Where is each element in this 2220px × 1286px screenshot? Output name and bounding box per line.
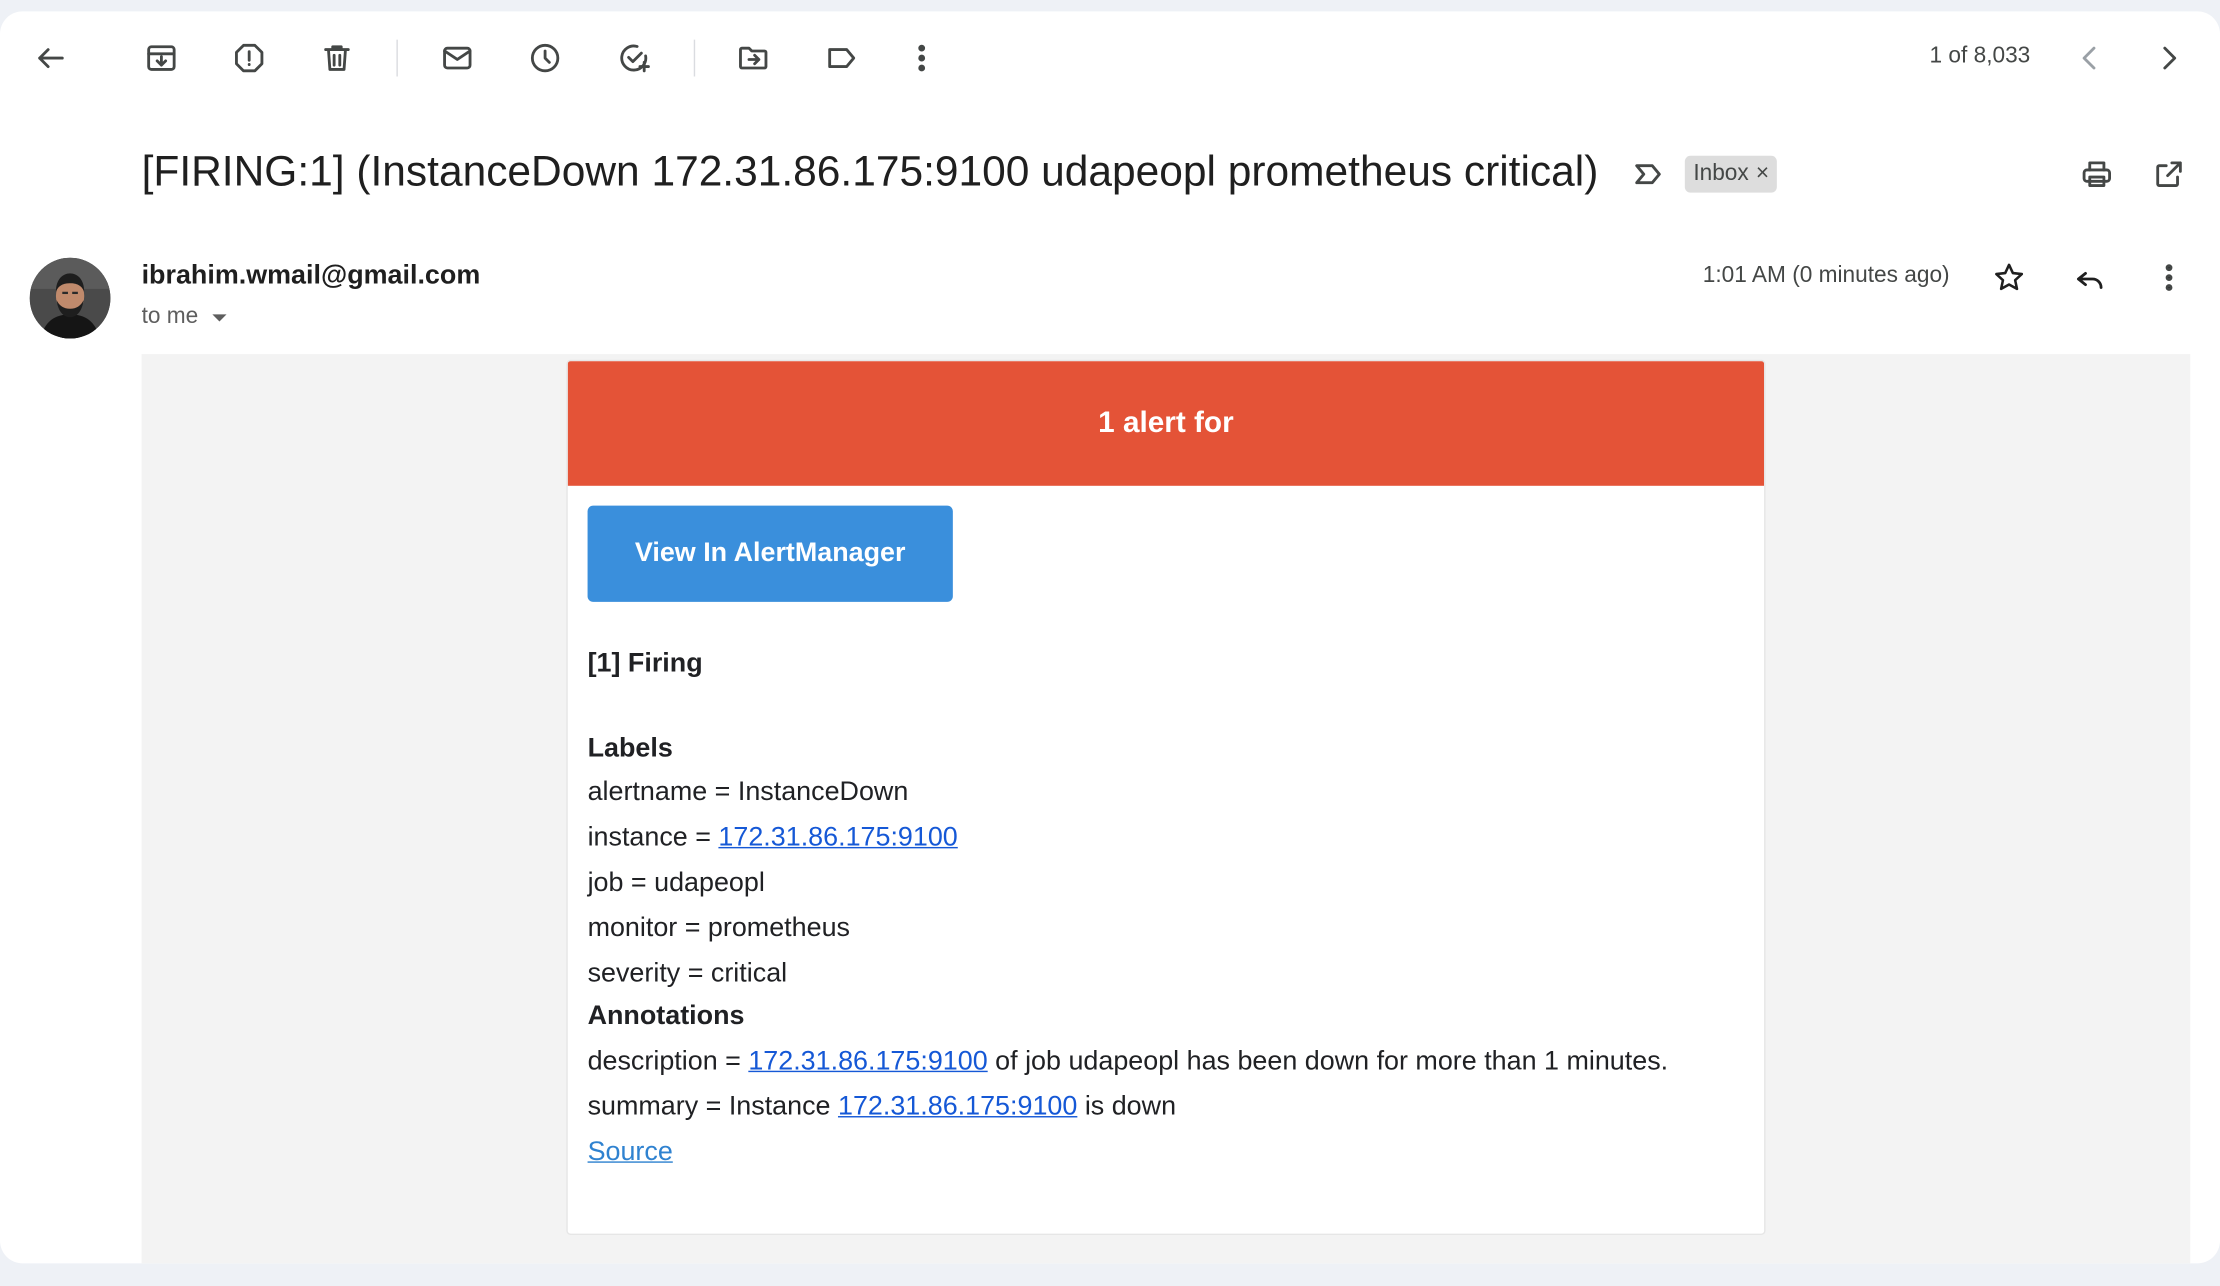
label-button[interactable] [813, 30, 870, 87]
sender-name[interactable]: ibrahim.wmail@gmail.com [142, 261, 481, 292]
toolbar-divider [396, 39, 398, 77]
sender-avatar[interactable] [29, 257, 111, 339]
source-line: Source [588, 1136, 673, 1170]
summary-prefix: summary = Instance [587, 1091, 838, 1122]
summary-suffix: is down [1077, 1091, 1177, 1122]
archive-button[interactable] [133, 30, 190, 87]
label-icon [828, 48, 856, 68]
description-instance-link[interactable]: 172.31.86.175:9100 [748, 1047, 987, 1077]
mark-unread-icon [443, 46, 472, 70]
label-monitor: monitor = prometheus [587, 913, 850, 944]
print-icon [2082, 161, 2111, 187]
chevron-right-icon [2163, 46, 2177, 70]
report-spam-button[interactable] [221, 30, 278, 87]
annotations-heading: Annotations [587, 1001, 745, 1032]
report-spam-icon [235, 43, 264, 73]
open-in-new-icon [2156, 161, 2182, 187]
add-to-tasks-icon [620, 44, 650, 73]
reply-icon [2077, 271, 2103, 289]
add-to-tasks-button[interactable] [606, 30, 663, 87]
pager-count: 1 of 8,033 [1929, 43, 2031, 68]
email-subject: [FIRING:1] (InstanceDown 172.31.86.175:9… [141, 148, 1599, 196]
delete-button[interactable] [309, 30, 366, 87]
open-new-window-button[interactable] [2141, 146, 2198, 203]
caret-down-icon [212, 313, 227, 321]
star-icon [1995, 263, 2024, 291]
annotation-description: description = 172.31.86.175:9100 of job … [588, 1045, 1669, 1079]
more-vert-icon [918, 44, 926, 72]
older-button[interactable] [2141, 30, 2198, 87]
summary-instance-link[interactable]: 172.31.86.175:9100 [838, 1092, 1077, 1122]
more-options-button[interactable] [893, 30, 950, 87]
annotation-summary: summary = Instance 172.31.86.175:9100 is… [588, 1091, 1176, 1125]
back-button[interactable] [23, 30, 80, 87]
alert-card: 1 alert for View In AlertManager [1] Fir… [566, 359, 1766, 1236]
mark-unread-button[interactable] [429, 30, 486, 87]
description-suffix: of job udapeopl has been down for more t… [987, 1046, 1669, 1077]
importance-marker-icon [1635, 164, 1661, 185]
important-marker-button[interactable] [1620, 146, 1677, 203]
snooze-icon [530, 43, 560, 73]
source-link[interactable]: Source [588, 1137, 673, 1167]
move-to-icon [739, 46, 768, 70]
label-severity: severity = critical [587, 958, 788, 989]
delete-icon [324, 45, 350, 71]
gmail-message-view: 1 of 8,033 [FIRING:1] (InstanceDown 172.… [0, 0, 2220, 1286]
label-instance: instance = 172.31.86.175:9100 [588, 821, 958, 855]
newer-button[interactable] [2061, 30, 2118, 87]
inbox-label-text: Inbox [1693, 161, 1749, 186]
description-prefix: description = [587, 1046, 749, 1077]
label-instance-prefix: instance = [587, 822, 719, 853]
inbox-label-chip: Inbox × [1684, 155, 1778, 193]
instance-link[interactable]: 172.31.86.175:9100 [718, 823, 957, 853]
move-to-button[interactable] [725, 30, 782, 87]
recipient-details-toggle[interactable]: to me [142, 305, 227, 330]
back-arrow-icon [38, 48, 64, 68]
print-all-button[interactable] [2069, 146, 2126, 203]
recipient-text: to me [141, 304, 199, 329]
avatar-photo [29, 257, 111, 339]
view-in-alertmanager-button[interactable]: View In AlertManager [587, 505, 953, 602]
snooze-button[interactable] [517, 30, 574, 87]
label-alertname: alertname = InstanceDown [587, 777, 909, 808]
chevron-left-icon [2082, 46, 2096, 70]
message-body: 1 alert for View In AlertManager [1] Fir… [141, 354, 2191, 1264]
reply-button[interactable] [2061, 249, 2118, 306]
label-job: job = udapeopl [587, 868, 765, 898]
alert-header: 1 alert for [567, 361, 1765, 486]
more-vert-icon [2165, 264, 2173, 291]
toolbar-divider [693, 39, 696, 77]
message-more-button[interactable] [2141, 249, 2198, 306]
archive-icon [147, 45, 176, 71]
remove-label-icon[interactable]: × [1756, 161, 1769, 186]
firing-heading: [1] Firing [587, 648, 703, 679]
star-button[interactable] [1981, 249, 2038, 306]
labels-heading: Labels [587, 733, 673, 764]
message-time: 1:01 AM (0 minutes ago) [1702, 263, 1950, 288]
